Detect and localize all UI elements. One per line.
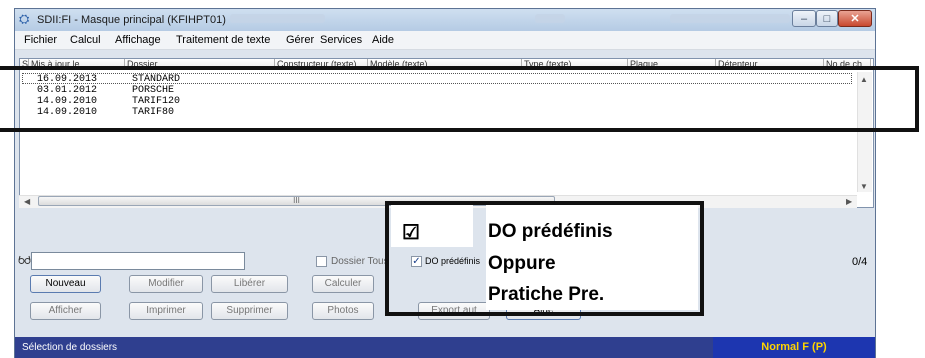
status-mode: Normal F (P) (713, 337, 875, 358)
app-icon: ⛭ (19, 11, 30, 26)
status-text: Sélection de dossiers (22, 342, 118, 353)
nouveau-button[interactable]: Nouveau (30, 275, 101, 293)
glasses-icon (18, 254, 31, 268)
menu-aide[interactable]: Aide (372, 34, 394, 46)
highlight-box-rows (0, 66, 919, 132)
minimize-button[interactable]: – (792, 10, 816, 27)
blurred-title-area (230, 14, 325, 23)
blurred-title-area (670, 14, 790, 23)
supprimer-button[interactable]: Supprimer (211, 302, 288, 320)
scroll-down-icon[interactable]: ▼ (860, 182, 868, 191)
afficher-button[interactable]: Afficher (30, 302, 101, 320)
annotation-line-2: Oppure (488, 253, 556, 274)
search-input[interactable] (31, 252, 245, 270)
maximize-button[interactable]: □ (816, 10, 838, 27)
imprimer-button[interactable]: Imprimer (129, 302, 203, 320)
close-button[interactable]: ✕ (838, 10, 872, 27)
annotation-line-3: Pratiche Pre. (488, 284, 605, 305)
dossier-tous-label: Dossier Tous (331, 256, 389, 267)
calculer-button[interactable]: Calculer (312, 275, 374, 293)
menu-gerer[interactable]: Gérer (286, 34, 314, 46)
menu-affichage[interactable]: Affichage (115, 34, 161, 46)
modifier-button[interactable]: Modifier (129, 275, 203, 293)
menu-calcul[interactable]: Calcul (70, 34, 101, 46)
scroll-right-icon[interactable]: ▶ (846, 197, 852, 206)
window-title: SDII:FI - Masque principal (KFIHPT01) (37, 14, 226, 26)
annotation-checkmark: ☑ (402, 222, 420, 244)
record-count: 0/4 (852, 256, 868, 268)
liberer-button[interactable]: Libérer (211, 275, 288, 293)
annotation-line-1: DO prédéfinis (488, 221, 613, 242)
scroll-left-icon[interactable]: ◀ (24, 197, 30, 206)
photos-button[interactable]: Photos (312, 302, 374, 320)
menu-traitement-de-texte[interactable]: Traitement de texte (176, 34, 270, 46)
dossier-tous-checkbox[interactable] (316, 256, 327, 267)
blurred-title-area (535, 14, 565, 23)
menu-services[interactable]: Services (320, 34, 362, 46)
menu-fichier[interactable]: Fichier (24, 34, 57, 46)
